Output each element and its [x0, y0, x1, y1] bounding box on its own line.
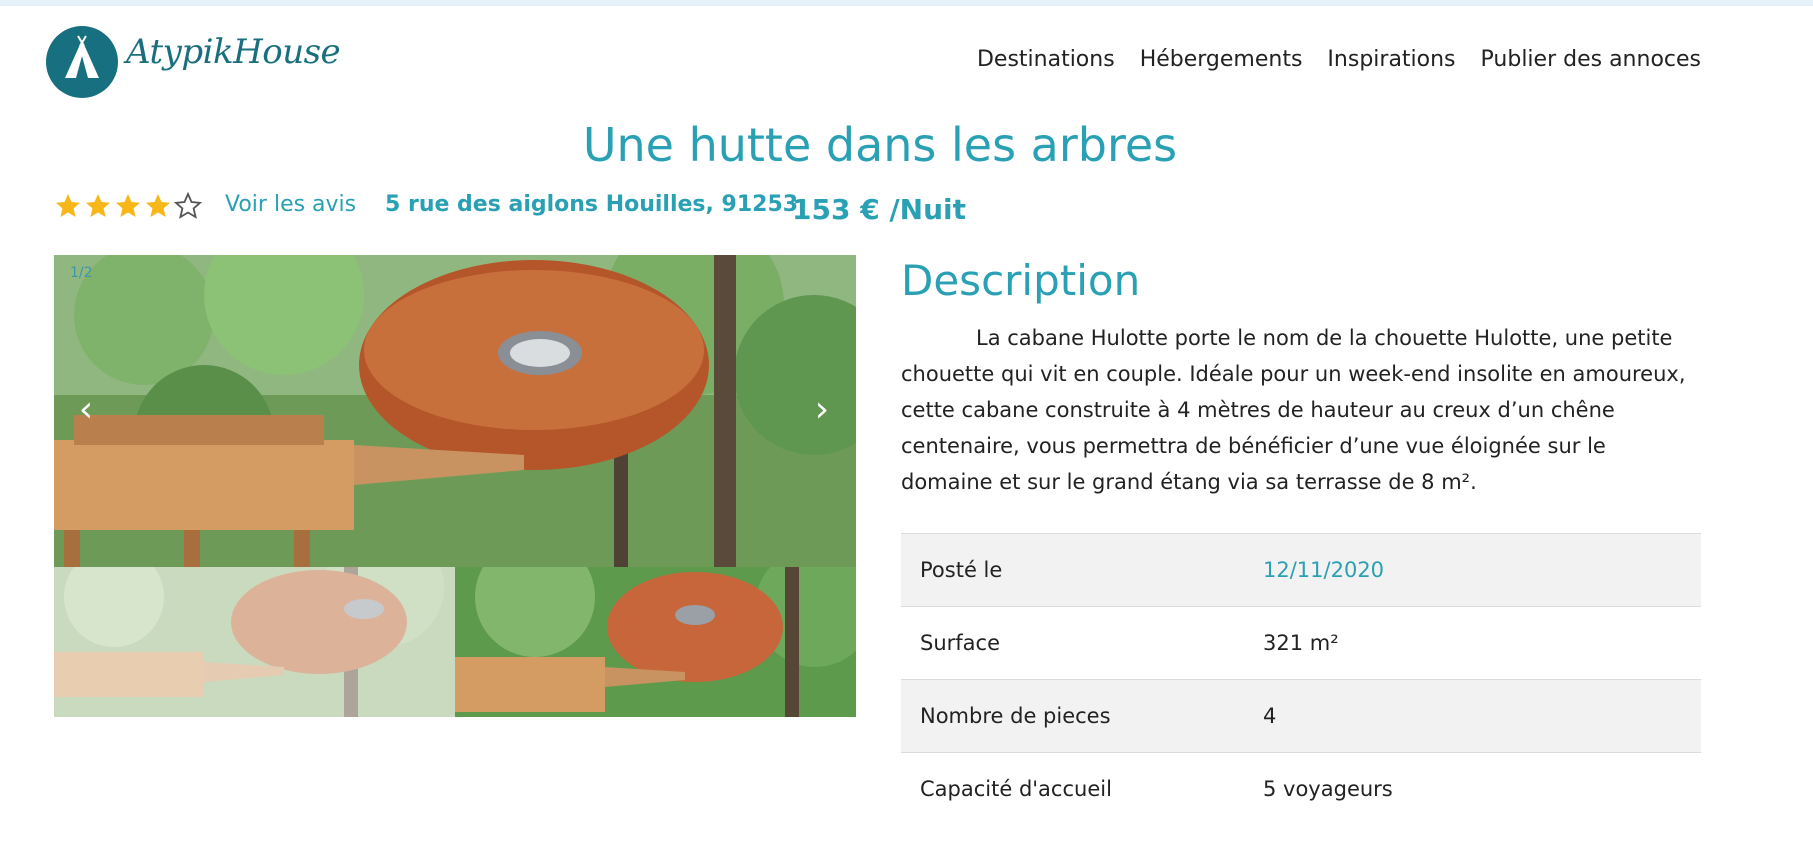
chevron-left-icon[interactable]: ‹	[66, 390, 106, 430]
star-filled-icon	[86, 194, 110, 217]
description-text: La cabane Hulotte porte le nom de la cho…	[901, 326, 1686, 494]
treehouse-photo	[54, 255, 856, 567]
detail-value-capacity: 5 voyageurs	[1244, 752, 1701, 825]
gallery-thumbnail[interactable]	[455, 567, 856, 717]
table-row: Capacité d'accueil 5 voyageurs	[901, 752, 1701, 825]
chevron-right-icon[interactable]: ›	[802, 390, 842, 430]
nav-hebergements[interactable]: Hébergements	[1140, 47, 1303, 72]
brand-name[interactable]: AtypikHouse	[126, 32, 341, 72]
detail-value-surface: 321 m²	[1244, 606, 1701, 680]
nav-publier-annonces[interactable]: Publier des annoces	[1481, 47, 1701, 72]
detail-value-posted: 12/11/2020	[1244, 533, 1701, 607]
table-row: Nombre de pieces 4	[901, 679, 1701, 753]
detail-value-rooms: 4	[1244, 679, 1701, 753]
star-filled-icon	[146, 194, 170, 217]
gallery-thumbnail[interactable]	[54, 567, 455, 717]
nav-destinations[interactable]: Destinations	[977, 47, 1115, 72]
detail-label-capacity: Capacité d'accueil	[901, 752, 1244, 825]
detail-label-surface: Surface	[901, 606, 1244, 680]
top-strip	[0, 0, 1813, 6]
star-filled-icon	[116, 194, 140, 217]
listing-address: 5 rue des aiglons Houilles, 91253	[385, 192, 799, 217]
main-nav: Destinations Hébergements Inspirations P…	[977, 47, 1701, 72]
rating-stars	[54, 192, 202, 220]
carousel-counter: 1/2	[70, 265, 93, 281]
table-row: Posté le 12/11/2020	[901, 533, 1701, 607]
detail-label-rooms: Nombre de pieces	[901, 679, 1244, 753]
reviews-link[interactable]: Voir les avis	[225, 192, 356, 217]
listing-price: 153 € /Nuit	[792, 193, 967, 226]
teepee-icon[interactable]	[46, 26, 118, 98]
photo-carousel[interactable]: 1/2 ‹ ›	[54, 255, 856, 567]
nav-inspirations[interactable]: Inspirations	[1327, 47, 1455, 72]
detail-label-posted: Posté le	[901, 533, 1244, 607]
details-table: Posté le 12/11/2020 Surface 321 m² Nombr…	[901, 533, 1701, 825]
table-row: Surface 321 m²	[901, 606, 1701, 680]
star-outline-icon	[174, 192, 202, 219]
description-heading: Description	[901, 256, 1141, 305]
page-title: Une hutte dans les arbres	[582, 118, 1178, 172]
star-filled-icon	[56, 194, 80, 217]
